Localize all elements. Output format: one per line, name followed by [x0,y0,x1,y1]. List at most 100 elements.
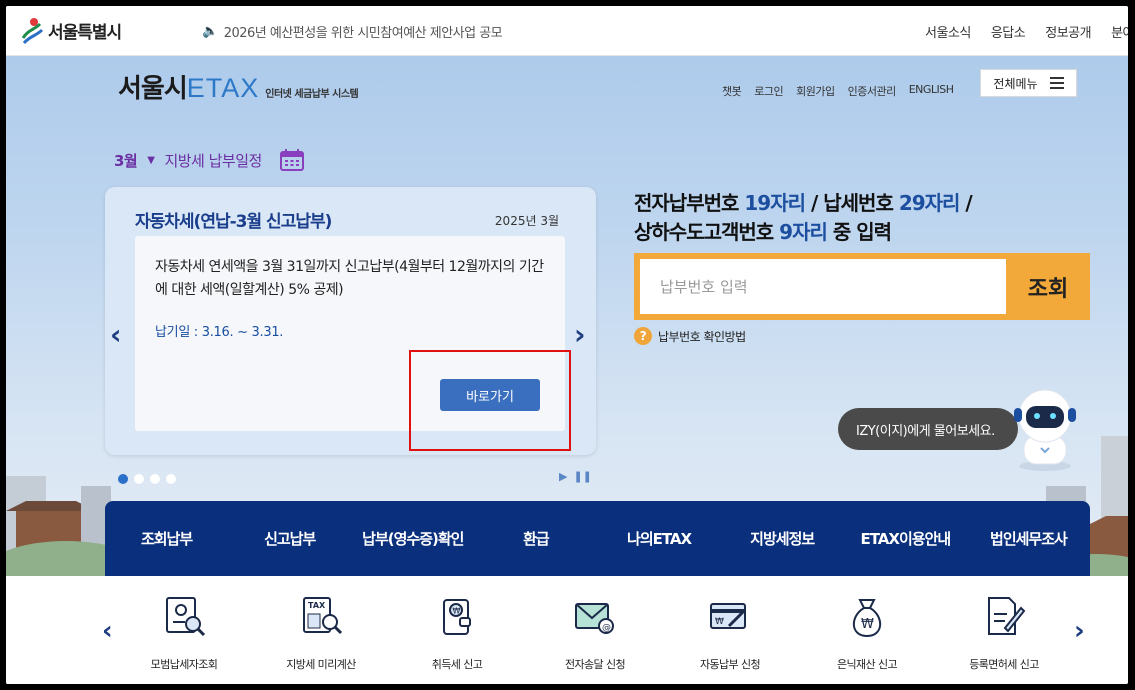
nav-item-etax-guide[interactable]: ETAX이용안내 [844,528,967,549]
chevron-down-icon: ▼ [147,154,155,166]
nav-item-receipt[interactable]: 납부(영수증)확인 [351,528,474,549]
title-highlight: 9자리 [779,220,828,244]
main-navigation: 조회납부 신고납부 납부(영수증)확인 환급 나의ETAX 지방세정보 ETAX… [105,501,1090,576]
all-menu-button[interactable]: 전체메뉴 [980,69,1077,97]
card-title: 자동차세(연납-3월 신고납부) [135,212,332,232]
seoul-emblem-icon [21,18,44,44]
util-link-certificate[interactable]: 인증서관리 [848,83,897,99]
nav-item-refund[interactable]: 환급 [474,528,597,549]
nav-item-corp-audit[interactable]: 법인세무조사 [967,528,1090,549]
title-part: / [959,191,972,215]
robot-mascot-icon[interactable] [1006,386,1084,472]
carousel-dot-4[interactable] [166,474,176,484]
quick-item-license-tax[interactable]: 등록면허세 신고 [949,594,1059,672]
pause-icon[interactable]: ❚❚ [573,470,591,483]
quick-item-auto-pay[interactable]: ₩ 자동납부 신청 [675,594,785,672]
browser-frame: 서울특별시 🔈 2026년 예산편성을 위한 시민참여예산 제안사업 공모 서울… [6,6,1128,684]
carousel-controls: ▶ ❚❚ [559,470,592,483]
global-topbar: 서울특별시 🔈 2026년 예산편성을 위한 시민참여예산 제안사업 공모 서울… [6,6,1128,56]
quick-item-label: 지방세 미리계산 [286,658,356,671]
payment-help-label: 납부번호 확인방법 [658,329,746,344]
nav-item-report-pay[interactable]: 신고납부 [228,528,351,549]
payment-number-input[interactable] [640,259,1006,314]
quick-item-hidden-asset[interactable]: ₩ 은닉재산 신고 [812,594,922,672]
card-date: 2025년 3월 [494,214,559,228]
quick-item-e-delivery[interactable]: @ 전자송달 신청 [540,594,650,672]
carousel-prev-icon[interactable]: ‹ [110,318,122,351]
carousel-dots [118,474,176,484]
title-part: / 납세번호 [805,191,899,215]
svg-text:TAX: TAX [308,601,326,610]
nav-item-local-tax-info[interactable]: 지방세정보 [721,528,844,549]
payment-help-link[interactable]: ? 납부번호 확인방법 [634,327,746,345]
notice-banner[interactable]: 🔈 2026년 예산편성을 위한 시민참여예산 제안사업 공모 [202,22,503,41]
title-part: 상하수도고객번호 [634,220,780,244]
carousel-next-icon[interactable]: › [574,318,586,351]
util-link-login[interactable]: 로그인 [754,83,783,99]
quick-item-acquisition-tax[interactable]: ₩ 취득세 신고 [402,594,512,672]
nav-item-my-etax[interactable]: 나의ETAX [598,528,721,549]
quick-item-label: 모범납세자조회 [150,658,218,671]
top-link-response[interactable]: 응답소 [991,22,1026,41]
schedule-month[interactable]: 3월 [114,150,138,171]
svg-text:₩: ₩ [453,607,461,616]
quick-menu: ‹ 모범납세자조회 TAX 지방세 미리계산 ₩ 취득세 신고 @ 전자송달 신… [6,576,1128,684]
title-highlight: 29자리 [898,191,961,215]
etax-logo[interactable]: 서울시 ETAX 인터넷 세금납부 시스템 [118,68,359,105]
highlight-annotation-box [409,350,571,451]
carousel-dot-1[interactable] [118,474,128,484]
quick-item-label: 자동납부 신청 [699,658,761,671]
utility-links: 챗봇 로그인 회원가입 인증서관리 ENGLISH [722,83,954,99]
payment-lookup-title: 전자납부번호 19자리 / 납세번호 29자리 / 상하수도고객번호 9자리 중… [634,189,973,247]
schedule-label: 지방세 납부일정 [164,151,262,170]
tax-calculator-icon: TAX [303,597,343,635]
hamburger-icon [1049,77,1064,89]
top-links: 서울소식 응답소 정보공개 분야 [925,22,1128,41]
question-icon: ? [634,327,652,345]
quick-item-tax-calc[interactable]: TAX 지방세 미리계산 [266,594,376,672]
card-auto-pay-icon: ₩ [710,603,747,629]
carousel-dot-3[interactable] [150,474,160,484]
email-icon: @ [575,603,614,634]
chatbot-bubble-text: IZY(이지)에게 물어보세요. [856,423,995,439]
top-link-disclosure[interactable]: 정보공개 [1045,22,1091,41]
notice-text: 2026년 예산편성을 위한 시민참여예산 제안사업 공모 [223,26,503,41]
tax-schedule-selector[interactable]: 3월 ▼ 지방세 납부일정 [114,149,304,171]
quick-item-label: 전자송달 신청 [564,658,626,671]
money-bag-icon: ₩ [852,599,882,638]
card-description: 자동차세 연세액을 3월 31일까지 신고납부(4월부터 12월까지의 기간에 … [155,259,544,298]
payment-search-box: 조회 [634,253,1090,320]
chatbot-bubble[interactable]: IZY(이지)에게 물어보세요. [838,408,1018,450]
calendar-icon[interactable] [279,149,304,171]
search-button[interactable]: 조회 [1006,253,1090,320]
play-icon[interactable]: ▶ [559,470,567,483]
title-highlight: 19자리 [744,191,806,215]
wallet-won-icon: ₩ [443,599,471,635]
nav-item-lookup-pay[interactable]: 조회납부 [105,528,228,549]
quick-item-label: 은닉재산 신고 [836,658,898,671]
etax-logo-etax: ETAX [186,73,260,103]
util-link-signup[interactable]: 회원가입 [796,83,835,99]
quick-next-icon[interactable]: › [1074,616,1085,646]
top-link-news[interactable]: 서울소식 [925,22,971,41]
title-part: 중 입력 [826,220,892,244]
svg-text:@: @ [602,623,611,633]
document-pen-icon [988,597,1026,635]
speaker-icon: 🔈 [202,24,218,39]
etax-logo-subtitle: 인터넷 세금납부 시스템 [265,89,359,100]
hero-section: 서울시 ETAX 인터넷 세금납부 시스템 챗봇 로그인 회원가입 인증서관리 … [6,56,1128,576]
card-due-date: 납기일 : 3.16. ~ 3.31. [155,325,284,340]
quick-item-model-taxpayer[interactable]: 모범납세자조회 [129,594,239,672]
certificate-search-icon [166,597,206,637]
quick-prev-icon[interactable]: ‹ [102,616,113,646]
all-menu-label: 전체메뉴 [993,76,1038,91]
util-link-english[interactable]: ENGLISH [909,83,954,99]
carousel-dot-2[interactable] [134,474,144,484]
seoul-logo[interactable]: 서울특별시 [20,16,122,44]
top-link-field[interactable]: 분야 [1111,22,1128,41]
seoul-logo-text: 서울특별시 [48,22,122,43]
etax-logo-seoul: 서울시 [118,74,188,104]
title-part: 전자납부번호 [634,191,745,215]
quick-item-label: 등록면허세 신고 [969,658,1039,671]
util-link-chatbot[interactable]: 챗봇 [722,83,742,99]
